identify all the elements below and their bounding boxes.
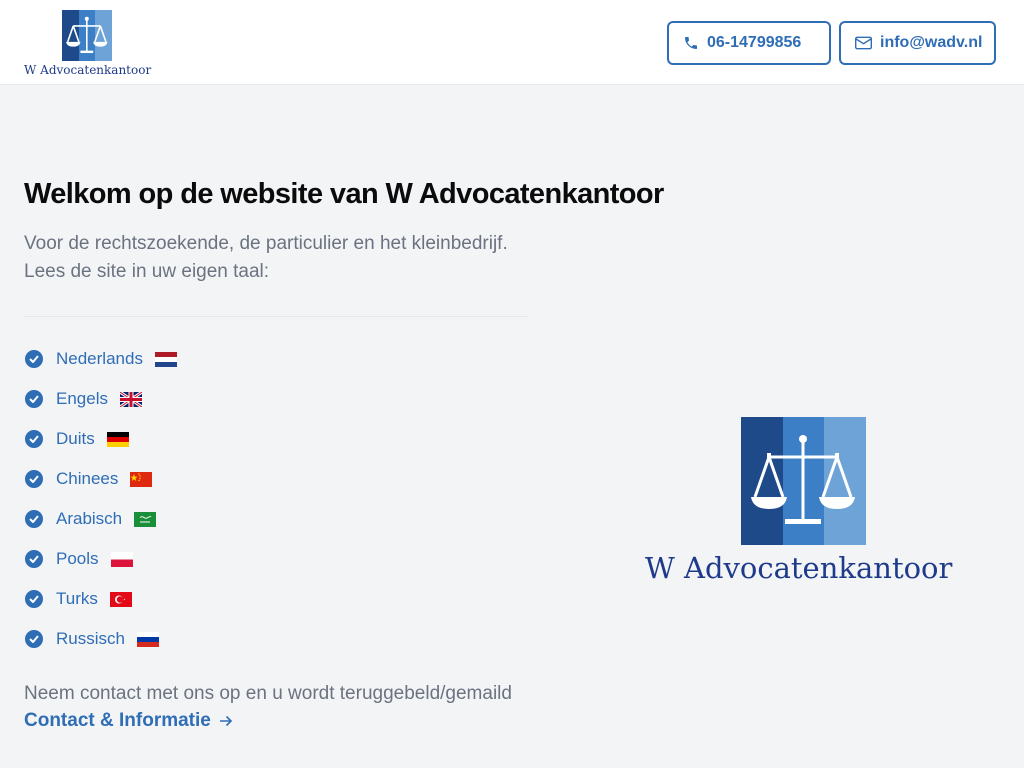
intro-line: Voor de rechtszoekende, de particulier e… (24, 233, 508, 254)
language-item-turks[interactable]: Turks (24, 579, 177, 619)
language-item-nederlands[interactable]: Nederlands (24, 339, 177, 379)
flag-nl-icon (154, 351, 177, 367)
language-label: Nederlands (56, 349, 143, 368)
phone-icon (685, 37, 697, 49)
arrow-right-icon (219, 715, 232, 727)
divider (24, 316, 528, 317)
check-circle-icon (25, 630, 43, 648)
language-list: Nederlands Engels Duits Chinees Arabisch… (24, 339, 177, 659)
language-label: Arabisch (56, 509, 123, 528)
language-item-russisch[interactable]: Russisch (24, 619, 177, 659)
language-label: Chinees (56, 469, 119, 488)
flag-de-icon (106, 431, 129, 447)
contact-link-label: Contact & Informatie (24, 710, 211, 731)
intro-text: Voor de rechtszoekende, de particulier e… (24, 230, 508, 286)
check-circle-icon (25, 510, 43, 528)
flag-gb-icon (119, 391, 142, 407)
check-circle-icon (25, 350, 43, 368)
scales-of-justice-icon (62, 10, 113, 61)
check-circle-icon (25, 430, 43, 448)
contact-information-link[interactable]: Contact & Informatie (24, 710, 233, 732)
flag-ru-icon (136, 631, 159, 647)
email-button[interactable]: info@wadv.nl (839, 21, 996, 65)
site-header: W Advocatenkantoor 06-14799856 info@wadv… (0, 0, 1024, 85)
phone-label: 06-14799856 (707, 34, 802, 51)
check-circle-icon (25, 590, 43, 608)
check-circle-icon (25, 390, 43, 408)
language-item-arabisch[interactable]: Arabisch (24, 499, 177, 539)
page-title: Welkom op de website van W Advocatenkant… (24, 178, 664, 210)
language-label: Russisch (56, 629, 125, 648)
site-logo[interactable]: W Advocatenkantoor (24, 10, 154, 80)
envelope-icon (855, 36, 872, 50)
flag-pl-icon (110, 551, 133, 567)
flag-cn-icon (130, 471, 153, 487)
scales-of-justice-icon (741, 417, 867, 545)
intro-line: Lees de site in uw eigen taal: (24, 261, 270, 282)
email-label: info@wadv.nl (880, 34, 983, 51)
language-label: Turks (56, 589, 98, 608)
language-item-engels[interactable]: Engels (24, 379, 177, 419)
logo-wordmark: W Advocatenkantoor (24, 63, 152, 77)
flag-tr-icon (109, 591, 132, 607)
language-label: Engels (56, 389, 108, 408)
language-item-duits[interactable]: Duits (24, 419, 177, 459)
hero-logo: W Advocatenkantoor (645, 417, 975, 587)
language-label: Duits (56, 429, 95, 448)
check-circle-icon (25, 470, 43, 488)
language-item-chinees[interactable]: Chinees (24, 459, 177, 499)
language-item-pools[interactable]: Pools (24, 539, 177, 579)
phone-button[interactable]: 06-14799856 (667, 21, 831, 65)
hero-logo-wordmark: W Advocatenkantoor (645, 551, 953, 585)
language-label: Pools (56, 549, 99, 568)
flag-sa-icon (134, 511, 157, 527)
contact-text: Neem contact met ons op en u wordt terug… (24, 683, 512, 704)
check-circle-icon (25, 550, 43, 568)
